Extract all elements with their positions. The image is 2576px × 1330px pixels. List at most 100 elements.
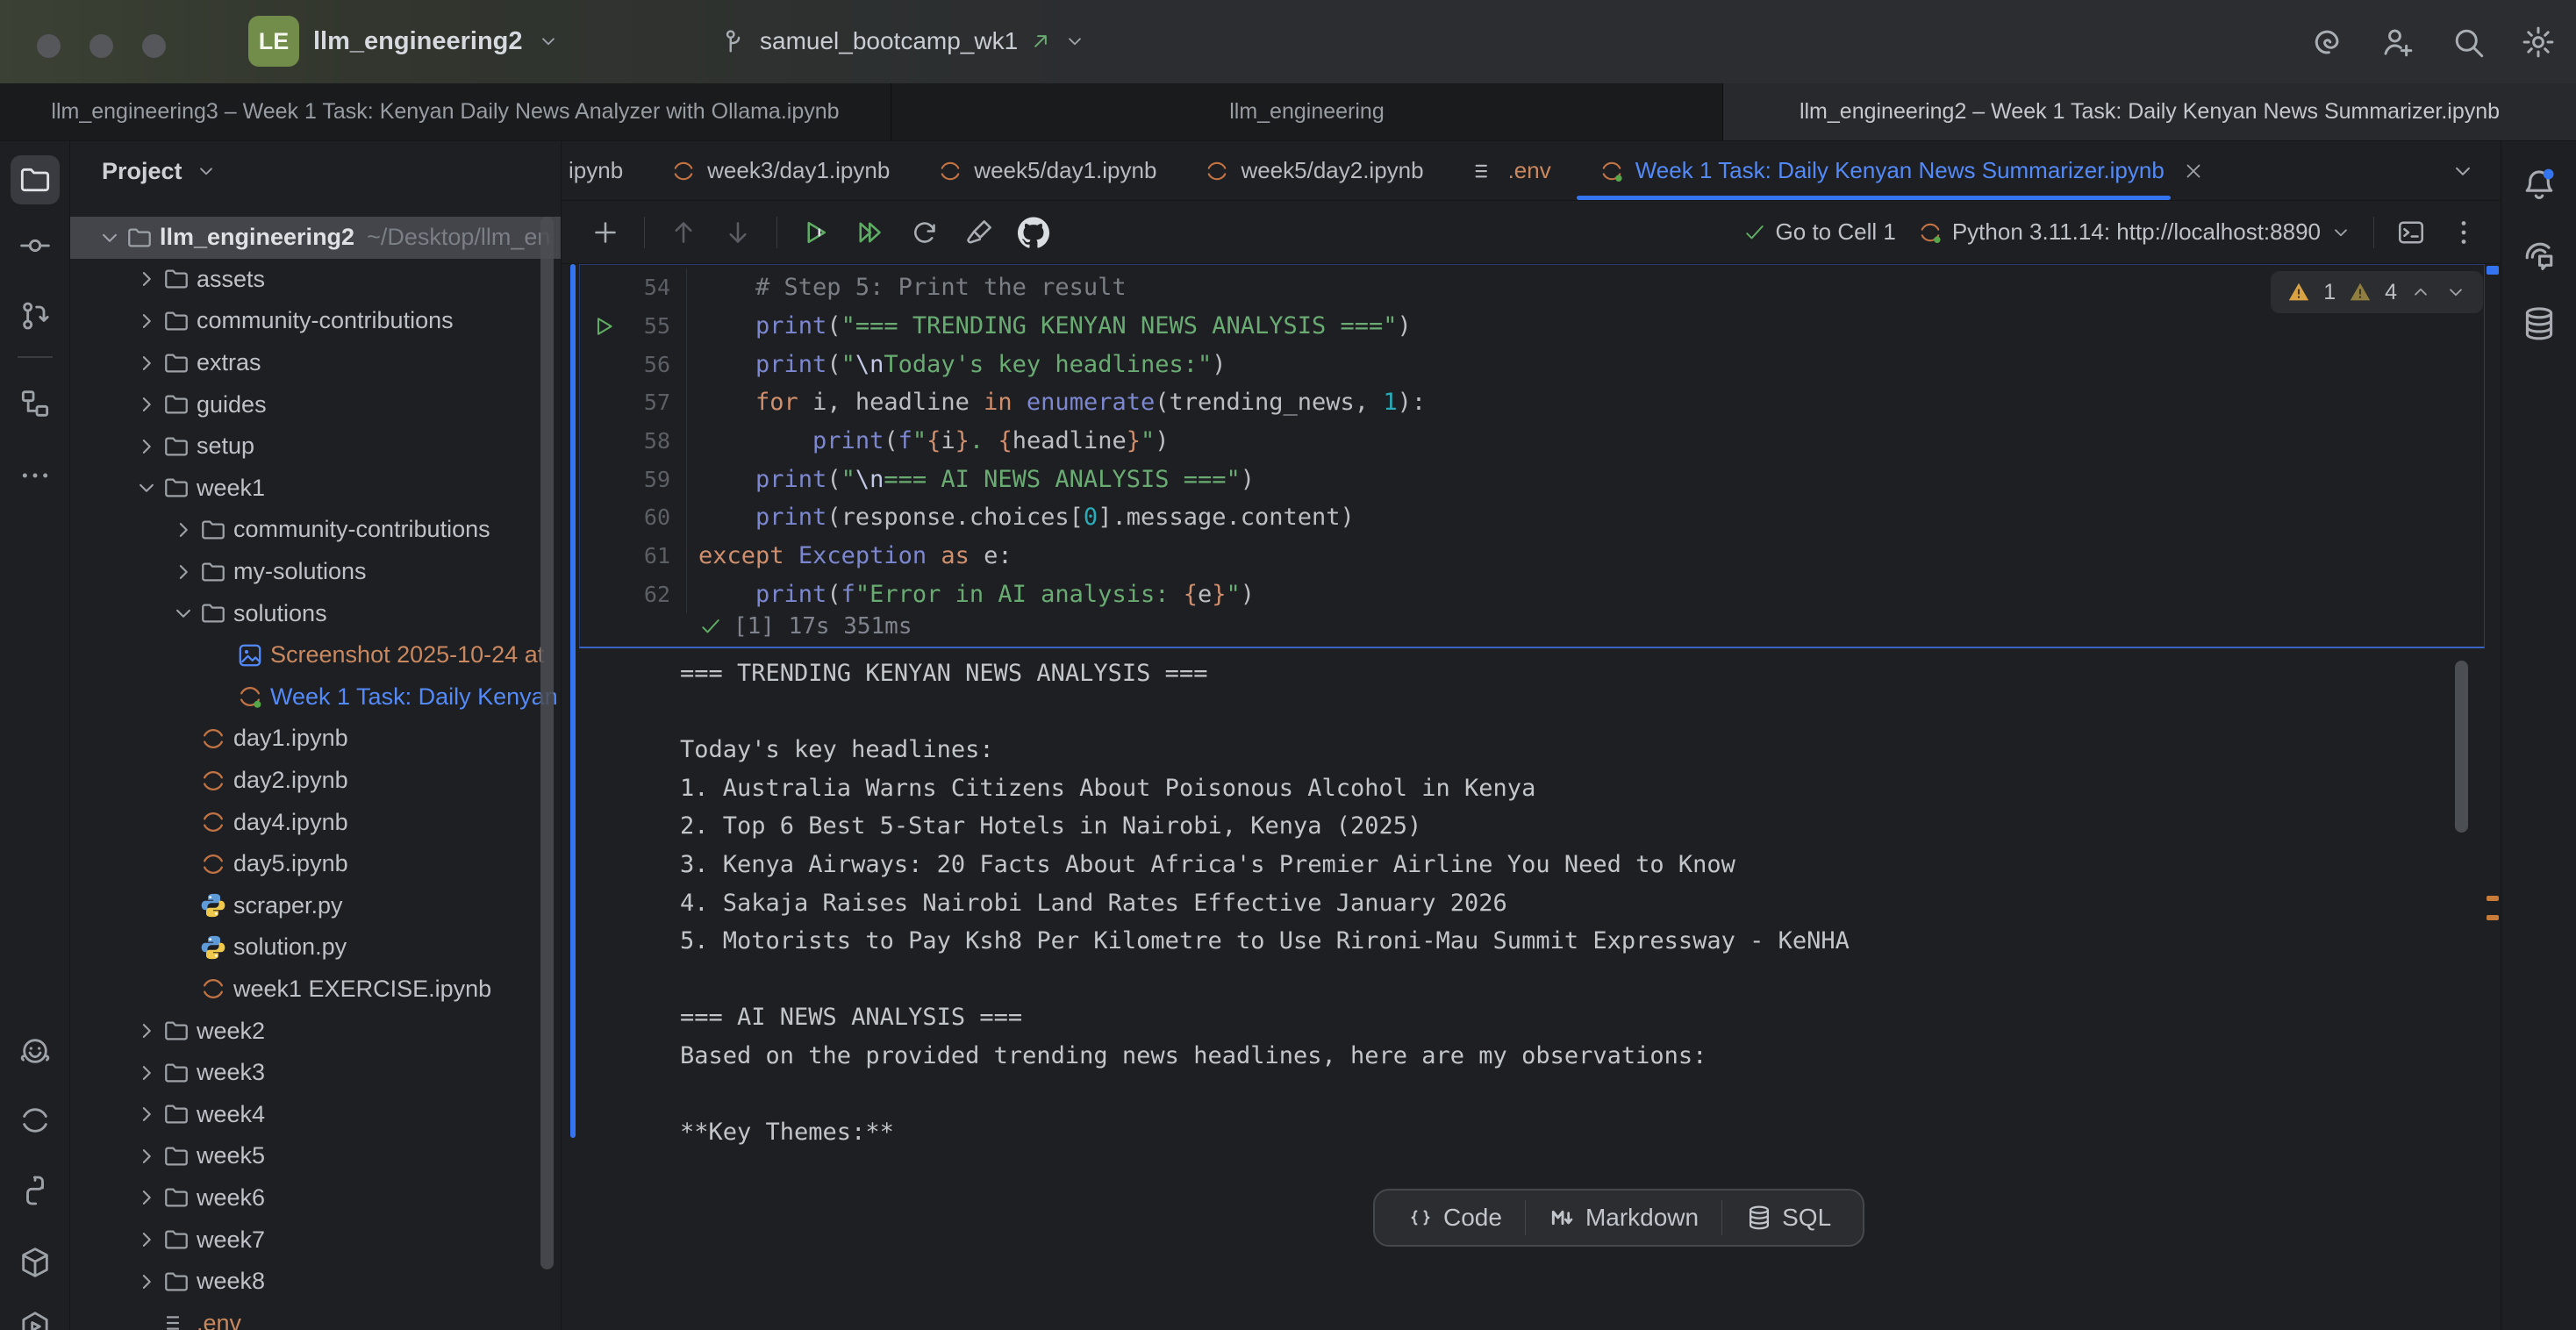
chevron-right-icon[interactable] bbox=[132, 1018, 161, 1044]
previous-warning-chevron-icon[interactable] bbox=[2409, 281, 2432, 304]
project-tree-scrollbar[interactable] bbox=[540, 217, 554, 1269]
sidebar-item-python-packages[interactable] bbox=[11, 1238, 60, 1287]
minimize-window-button[interactable] bbox=[89, 34, 113, 58]
close-icon[interactable] bbox=[2182, 160, 2205, 182]
chevron-right-icon[interactable] bbox=[132, 1060, 161, 1086]
vcs-branch-widget[interactable]: samuel_bootcamp_wk1 bbox=[719, 15, 1086, 68]
chevron-right-icon[interactable] bbox=[132, 1269, 161, 1295]
inspections-widget[interactable]: 1 4 bbox=[2271, 271, 2483, 313]
chevron-right-icon[interactable] bbox=[132, 350, 161, 376]
tree-item-day5-ipynb[interactable]: day5.ipynb bbox=[70, 843, 561, 885]
gutter-line-number[interactable]: 58 bbox=[580, 422, 687, 461]
move-down-icon[interactable] bbox=[722, 217, 754, 248]
database-icon[interactable] bbox=[2520, 304, 2558, 343]
code-cell[interactable]: 54 # Step 5: Print the result55 print("=… bbox=[579, 264, 2485, 648]
chevron-right-icon[interactable] bbox=[132, 1184, 161, 1211]
ai-assistant-icon[interactable] bbox=[2309, 24, 2346, 61]
add-cell-icon[interactable] bbox=[590, 217, 621, 248]
sidebar-item-project[interactable] bbox=[11, 155, 60, 204]
run-all-icon[interactable] bbox=[855, 217, 886, 248]
tree-item-solutions[interactable]: solutions bbox=[70, 592, 561, 634]
chevron-down-icon[interactable] bbox=[95, 225, 125, 251]
chevron-right-icon[interactable] bbox=[168, 559, 198, 585]
move-up-icon[interactable] bbox=[668, 217, 699, 248]
tree-item-week1[interactable]: week1 bbox=[70, 468, 561, 510]
gutter-line-number[interactable]: 62 bbox=[580, 576, 687, 614]
chevron-right-icon[interactable] bbox=[132, 1143, 161, 1169]
chevron-right-icon[interactable] bbox=[132, 308, 161, 334]
clear-outputs-icon[interactable] bbox=[963, 217, 995, 248]
tree-item-week8[interactable]: week8 bbox=[70, 1261, 561, 1303]
gutter-line-number[interactable]: 54 bbox=[580, 268, 687, 307]
tree-item-week3[interactable]: week3 bbox=[70, 1052, 561, 1094]
editor-tab[interactable]: week5/day1.ipynb bbox=[913, 141, 1180, 200]
next-warning-chevron-icon[interactable] bbox=[2444, 281, 2467, 304]
editor-tab[interactable]: week3/day1.ipynb bbox=[647, 141, 913, 200]
hidden-tabs-chevron-icon[interactable] bbox=[2450, 158, 2476, 184]
tree-item-guides[interactable]: guides bbox=[70, 383, 561, 425]
chevron-right-icon[interactable] bbox=[132, 266, 161, 292]
search-icon[interactable] bbox=[2450, 24, 2487, 61]
project-panel-header[interactable]: Project bbox=[70, 141, 561, 201]
tree-item-setup[interactable]: setup bbox=[70, 425, 561, 468]
tree-item-week4[interactable]: week4 bbox=[70, 1093, 561, 1135]
gutter-line-number[interactable]: 56 bbox=[580, 345, 687, 383]
sidebar-item-more[interactable] bbox=[11, 451, 60, 500]
tree-item-community-contributions[interactable]: community-contributions bbox=[70, 300, 561, 342]
tree-item-week5[interactable]: week5 bbox=[70, 1135, 561, 1177]
maximize-window-button[interactable] bbox=[142, 34, 166, 58]
chevron-down-icon[interactable] bbox=[132, 475, 161, 501]
tree-item-my-solutions[interactable]: my-solutions bbox=[70, 551, 561, 593]
close-window-button[interactable] bbox=[37, 34, 61, 58]
tree-item-week2[interactable]: week2 bbox=[70, 1010, 561, 1052]
chevron-right-icon[interactable] bbox=[132, 1226, 161, 1253]
tree-item-assets[interactable]: assets bbox=[70, 259, 561, 301]
window-tab[interactable]: llm_engineering2 – Week 1 Task: Daily Ke… bbox=[1722, 83, 2576, 140]
sidebar-item-structure[interactable] bbox=[11, 379, 60, 428]
editor-tab[interactable]: ipynb bbox=[562, 141, 647, 200]
tree-item-llm-engineering2[interactable]: llm_engineering2~/Desktop/llm_en bbox=[70, 217, 561, 259]
add-user-icon[interactable] bbox=[2379, 24, 2416, 61]
gutter-line-number[interactable]: 55 bbox=[580, 307, 687, 346]
window-tab[interactable]: llm_engineering bbox=[891, 83, 1722, 140]
run-line-marker-icon[interactable] bbox=[592, 314, 617, 339]
ai-chat-icon[interactable] bbox=[2520, 236, 2558, 275]
tree-item-week7[interactable]: week7 bbox=[70, 1219, 561, 1261]
gutter-line-number[interactable]: 61 bbox=[580, 537, 687, 576]
interpreter-selector[interactable]: Python 3.11.14: http://localhost:8890 bbox=[1917, 218, 2352, 246]
go-to-cell-button[interactable]: Go to Cell 1 bbox=[1742, 218, 1896, 246]
window-tab[interactable]: llm_engineering3 – Week 1 Task: Kenyan D… bbox=[0, 83, 891, 140]
chevron-right-icon[interactable] bbox=[132, 391, 161, 418]
tree-item-day1-ipynb[interactable]: day1.ipynb bbox=[70, 718, 561, 760]
output-scrollbar[interactable] bbox=[2455, 661, 2468, 833]
sidebar-item-commit[interactable] bbox=[11, 221, 60, 270]
chevron-right-icon[interactable] bbox=[168, 517, 198, 543]
gutter-line-number[interactable]: 60 bbox=[580, 498, 687, 537]
editor-tab[interactable]: week5/day2.ipynb bbox=[1180, 141, 1447, 200]
tree-item-week-1-task-daily-kenyan[interactable]: Week 1 Task: Daily Kenyan bbox=[70, 676, 561, 719]
cell-type-sql-button[interactable]: SQL bbox=[1722, 1204, 1854, 1232]
sidebar-item-services[interactable] bbox=[11, 1302, 60, 1330]
editor-tab[interactable]: .env bbox=[1448, 141, 1575, 200]
sidebar-item-python-console[interactable] bbox=[11, 1166, 60, 1215]
project-switcher[interactable]: LE llm_engineering2 bbox=[248, 15, 560, 68]
run-cell-icon[interactable] bbox=[800, 217, 832, 248]
jupyter-console-icon[interactable] bbox=[2395, 217, 2427, 248]
window-controls[interactable] bbox=[37, 34, 166, 58]
sidebar-item-jupyter[interactable] bbox=[11, 1096, 60, 1145]
tree-item-day4-ipynb[interactable]: day4.ipynb bbox=[70, 801, 561, 843]
tree-item-community-contributions[interactable]: community-contributions bbox=[70, 509, 561, 551]
cell-type-markdown-button[interactable]: Markdown bbox=[1526, 1204, 1721, 1232]
tree-item--env[interactable]: .env bbox=[70, 1302, 561, 1330]
tree-item-week6[interactable]: week6 bbox=[70, 1177, 561, 1219]
tree-item-week1-exercise-ipynb[interactable]: week1 EXERCISE.ipynb bbox=[70, 969, 561, 1011]
tree-item-screenshot-2025-10-24-at[interactable]: Screenshot 2025-10-24 at bbox=[70, 634, 561, 676]
tree-item-scraper-py[interactable]: scraper.py bbox=[70, 885, 561, 927]
tree-item-day2-ipynb[interactable]: day2.ipynb bbox=[70, 760, 561, 802]
gutter-line-number[interactable]: 59 bbox=[580, 460, 687, 498]
cell-type-code-button[interactable]: Code bbox=[1384, 1204, 1525, 1232]
github-icon[interactable] bbox=[1018, 217, 1049, 248]
chevron-right-icon[interactable] bbox=[132, 433, 161, 460]
tree-item-solution-py[interactable]: solution.py bbox=[70, 926, 561, 969]
tree-item-extras[interactable]: extras bbox=[70, 342, 561, 384]
